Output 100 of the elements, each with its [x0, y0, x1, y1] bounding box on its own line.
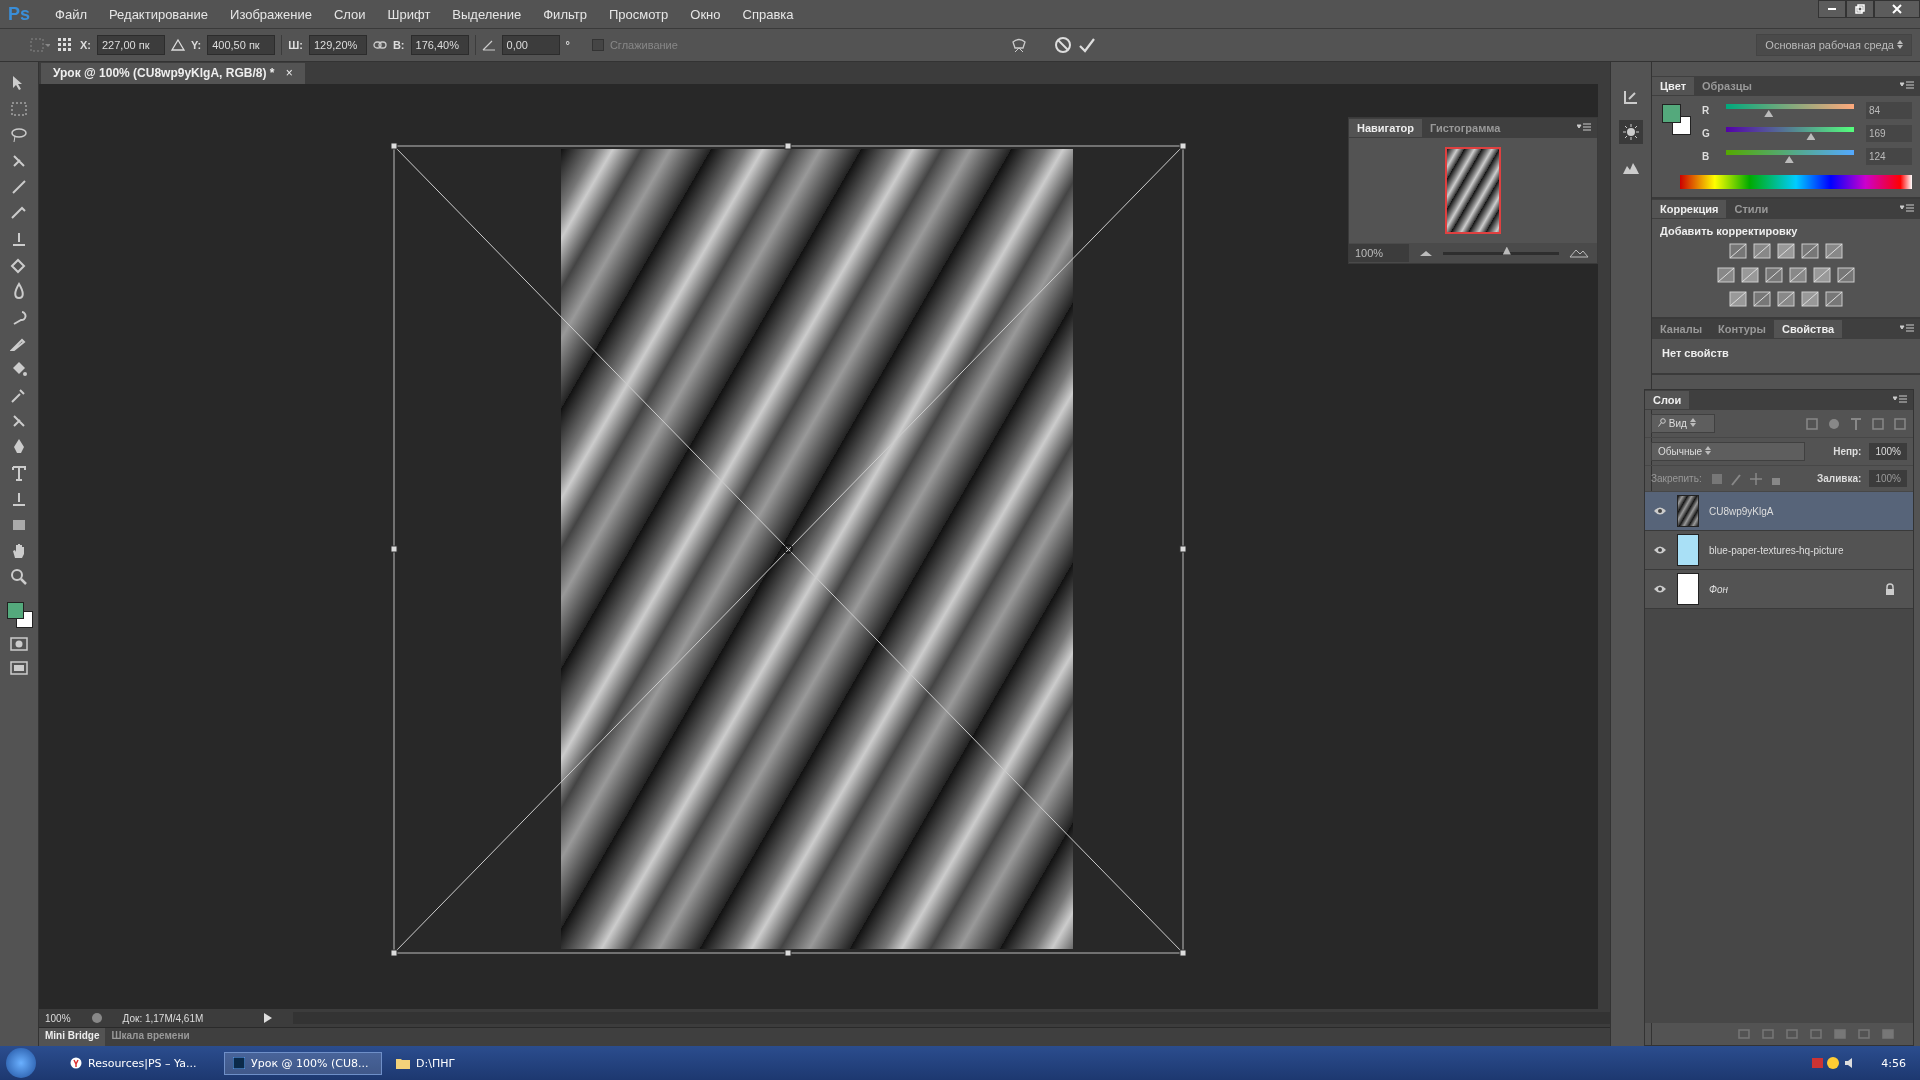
- angle-field[interactable]: 0,00: [501, 35, 560, 55]
- warp-icon[interactable]: [1009, 36, 1028, 54]
- slider-thumb[interactable]: [1784, 156, 1794, 163]
- type-tool-icon[interactable]: [10, 464, 28, 482]
- slider-thumb[interactable]: [1764, 110, 1774, 117]
- zoom-tool-icon[interactable]: [10, 568, 28, 586]
- eye-icon[interactable]: [1653, 545, 1667, 555]
- opacity-field[interactable]: 100%: [1869, 443, 1907, 460]
- commit-checkmark-icon[interactable]: [1077, 36, 1096, 54]
- zoom-out-icon[interactable]: [1419, 249, 1433, 257]
- panel-tab[interactable]: Mini Bridge: [39, 1028, 106, 1046]
- panel-tab[interactable]: Навигатор: [1349, 119, 1422, 137]
- menu-item[interactable]: Просмотр: [597, 6, 680, 22]
- eye-icon[interactable]: [1653, 506, 1667, 516]
- horizontal-scrollbar[interactable]: [292, 1012, 1610, 1024]
- color-spectrum[interactable]: [1680, 175, 1912, 189]
- menu-item[interactable]: Окно: [679, 6, 732, 22]
- close-button[interactable]: [1874, 0, 1920, 18]
- layer-thumbnail: [1677, 534, 1699, 566]
- cancel-icon[interactable]: [1053, 36, 1072, 54]
- channel-value-field[interactable]: 169: [1866, 125, 1912, 142]
- channel-value-field[interactable]: 84: [1866, 102, 1912, 119]
- vertical-scrollbar[interactable]: [1598, 84, 1610, 1009]
- panel-tab[interactable]: Коррекция: [1652, 200, 1727, 218]
- sun-icon[interactable]: [1619, 120, 1643, 144]
- panel-menu-icon[interactable]: [1900, 204, 1914, 214]
- menu-item[interactable]: Редактирование: [98, 6, 220, 22]
- history-icon[interactable]: [1622, 88, 1640, 106]
- x-label: X:: [80, 39, 91, 51]
- quick-mask-icon[interactable]: [10, 636, 28, 652]
- zoom-in-icon[interactable]: [1569, 248, 1589, 258]
- y-field[interactable]: 400,50 пк: [207, 35, 276, 55]
- filter-dropdown[interactable]: Вид: [1651, 414, 1715, 433]
- navigator-thumbnail[interactable]: [1445, 147, 1501, 234]
- fill-field[interactable]: 100%: [1869, 470, 1907, 487]
- height-label: В:: [392, 39, 405, 51]
- slider-thumb[interactable]: [1806, 133, 1816, 140]
- panel-menu-icon[interactable]: [1893, 395, 1907, 405]
- menu-item[interactable]: Слои: [322, 6, 377, 22]
- channel-value-field[interactable]: 124: [1866, 148, 1912, 165]
- channel-slider[interactable]: [1726, 104, 1854, 117]
- info-icon[interactable]: [90, 1012, 103, 1024]
- lasso-tool-icon[interactable]: [10, 126, 28, 144]
- menu-item[interactable]: Изображение: [219, 6, 323, 22]
- screen-mode-icon[interactable]: [10, 660, 28, 676]
- height-field[interactable]: 176,40%: [410, 35, 469, 55]
- panel-tab[interactable]: Цвет: [1652, 77, 1694, 95]
- adjustment-icon[interactable]: [1753, 291, 1771, 307]
- blend-mode-dropdown[interactable]: Обычные: [1651, 442, 1805, 461]
- adjustment-icon[interactable]: [1801, 243, 1819, 259]
- panel-tab[interactable]: Шкала времени: [105, 1028, 196, 1046]
- properties-message: Нет свойств: [1661, 346, 1730, 361]
- menu-item[interactable]: Справка: [731, 6, 805, 22]
- taskbar-button[interactable]: D:\ПНГ: [388, 1052, 544, 1074]
- channel-slider[interactable]: [1726, 150, 1854, 163]
- adjustment-icon[interactable]: [1729, 243, 1747, 259]
- taskbar-button[interactable]: Урок @ 100% (CU8...: [224, 1051, 382, 1075]
- updown-arrows-icon: [1704, 446, 1711, 455]
- channel-slider[interactable]: [1726, 127, 1854, 140]
- play-icon[interactable]: [262, 1012, 273, 1024]
- panel-tab[interactable]: Образцы: [1694, 77, 1760, 95]
- layer-row[interactable]: CU8wp9yKlgA: [1645, 492, 1913, 531]
- minimize-button[interactable]: [1818, 0, 1846, 18]
- panel-tab[interactable]: Контуры: [1710, 320, 1774, 338]
- panel-tab[interactable]: Стили: [1726, 200, 1777, 218]
- adjustment-icon[interactable]: [1837, 267, 1855, 283]
- width-field[interactable]: 129,20%: [308, 35, 367, 55]
- layer-row[interactable]: blue-paper-textures-hq-picture: [1645, 531, 1913, 570]
- opacity-label: Непр:: [1833, 446, 1862, 457]
- panel-menu-icon[interactable]: [1900, 81, 1914, 91]
- taskbar-button[interactable]: Resources|PS – Ya...: [62, 1052, 218, 1074]
- panel-menu-icon[interactable]: [1900, 324, 1914, 334]
- restore-button[interactable]: [1846, 0, 1874, 18]
- transform-box[interactable]: [391, 143, 1186, 956]
- triangle-icon[interactable]: [171, 38, 185, 52]
- workspace-dropdown[interactable]: Основная рабочая среда: [1756, 34, 1912, 56]
- document-tab[interactable]: Урок @ 100% (CU8wp9yKlgA, RGB/8) * ×: [41, 63, 305, 84]
- layer-row[interactable]: Фон: [1645, 570, 1913, 609]
- color-swatches[interactable]: [5, 600, 33, 628]
- panel-tab[interactable]: Слои: [1645, 391, 1690, 409]
- color-swatches[interactable]: [1660, 102, 1690, 136]
- reference-point-icon[interactable]: [56, 36, 74, 54]
- panel-tab[interactable]: Свойства: [1773, 320, 1843, 338]
- width-label: Ш:: [288, 39, 303, 51]
- menu-item[interactable]: Файл: [44, 6, 98, 22]
- start-button[interactable]: [6, 1048, 36, 1078]
- panel-menu-icon[interactable]: [1577, 123, 1591, 133]
- menu-item[interactable]: Шрифт: [376, 6, 442, 22]
- menu-item[interactable]: Фильтр: [532, 6, 598, 22]
- panel-tab[interactable]: Каналы: [1652, 320, 1711, 338]
- panel-tab[interactable]: Гистограмма: [1421, 119, 1509, 137]
- menu-item[interactable]: Выделение: [441, 6, 533, 22]
- zoom-field[interactable]: 100%: [1349, 244, 1409, 262]
- adjustment-icon[interactable]: [1765, 267, 1783, 283]
- adjustment-icon[interactable]: [1825, 291, 1843, 307]
- zoom-slider-thumb[interactable]: [1502, 246, 1511, 255]
- clock: 4:56: [1881, 1056, 1906, 1070]
- x-field[interactable]: 227,00 пк: [97, 35, 165, 55]
- eye-icon[interactable]: [1653, 584, 1667, 594]
- antialias-checkbox[interactable]: [591, 39, 604, 51]
